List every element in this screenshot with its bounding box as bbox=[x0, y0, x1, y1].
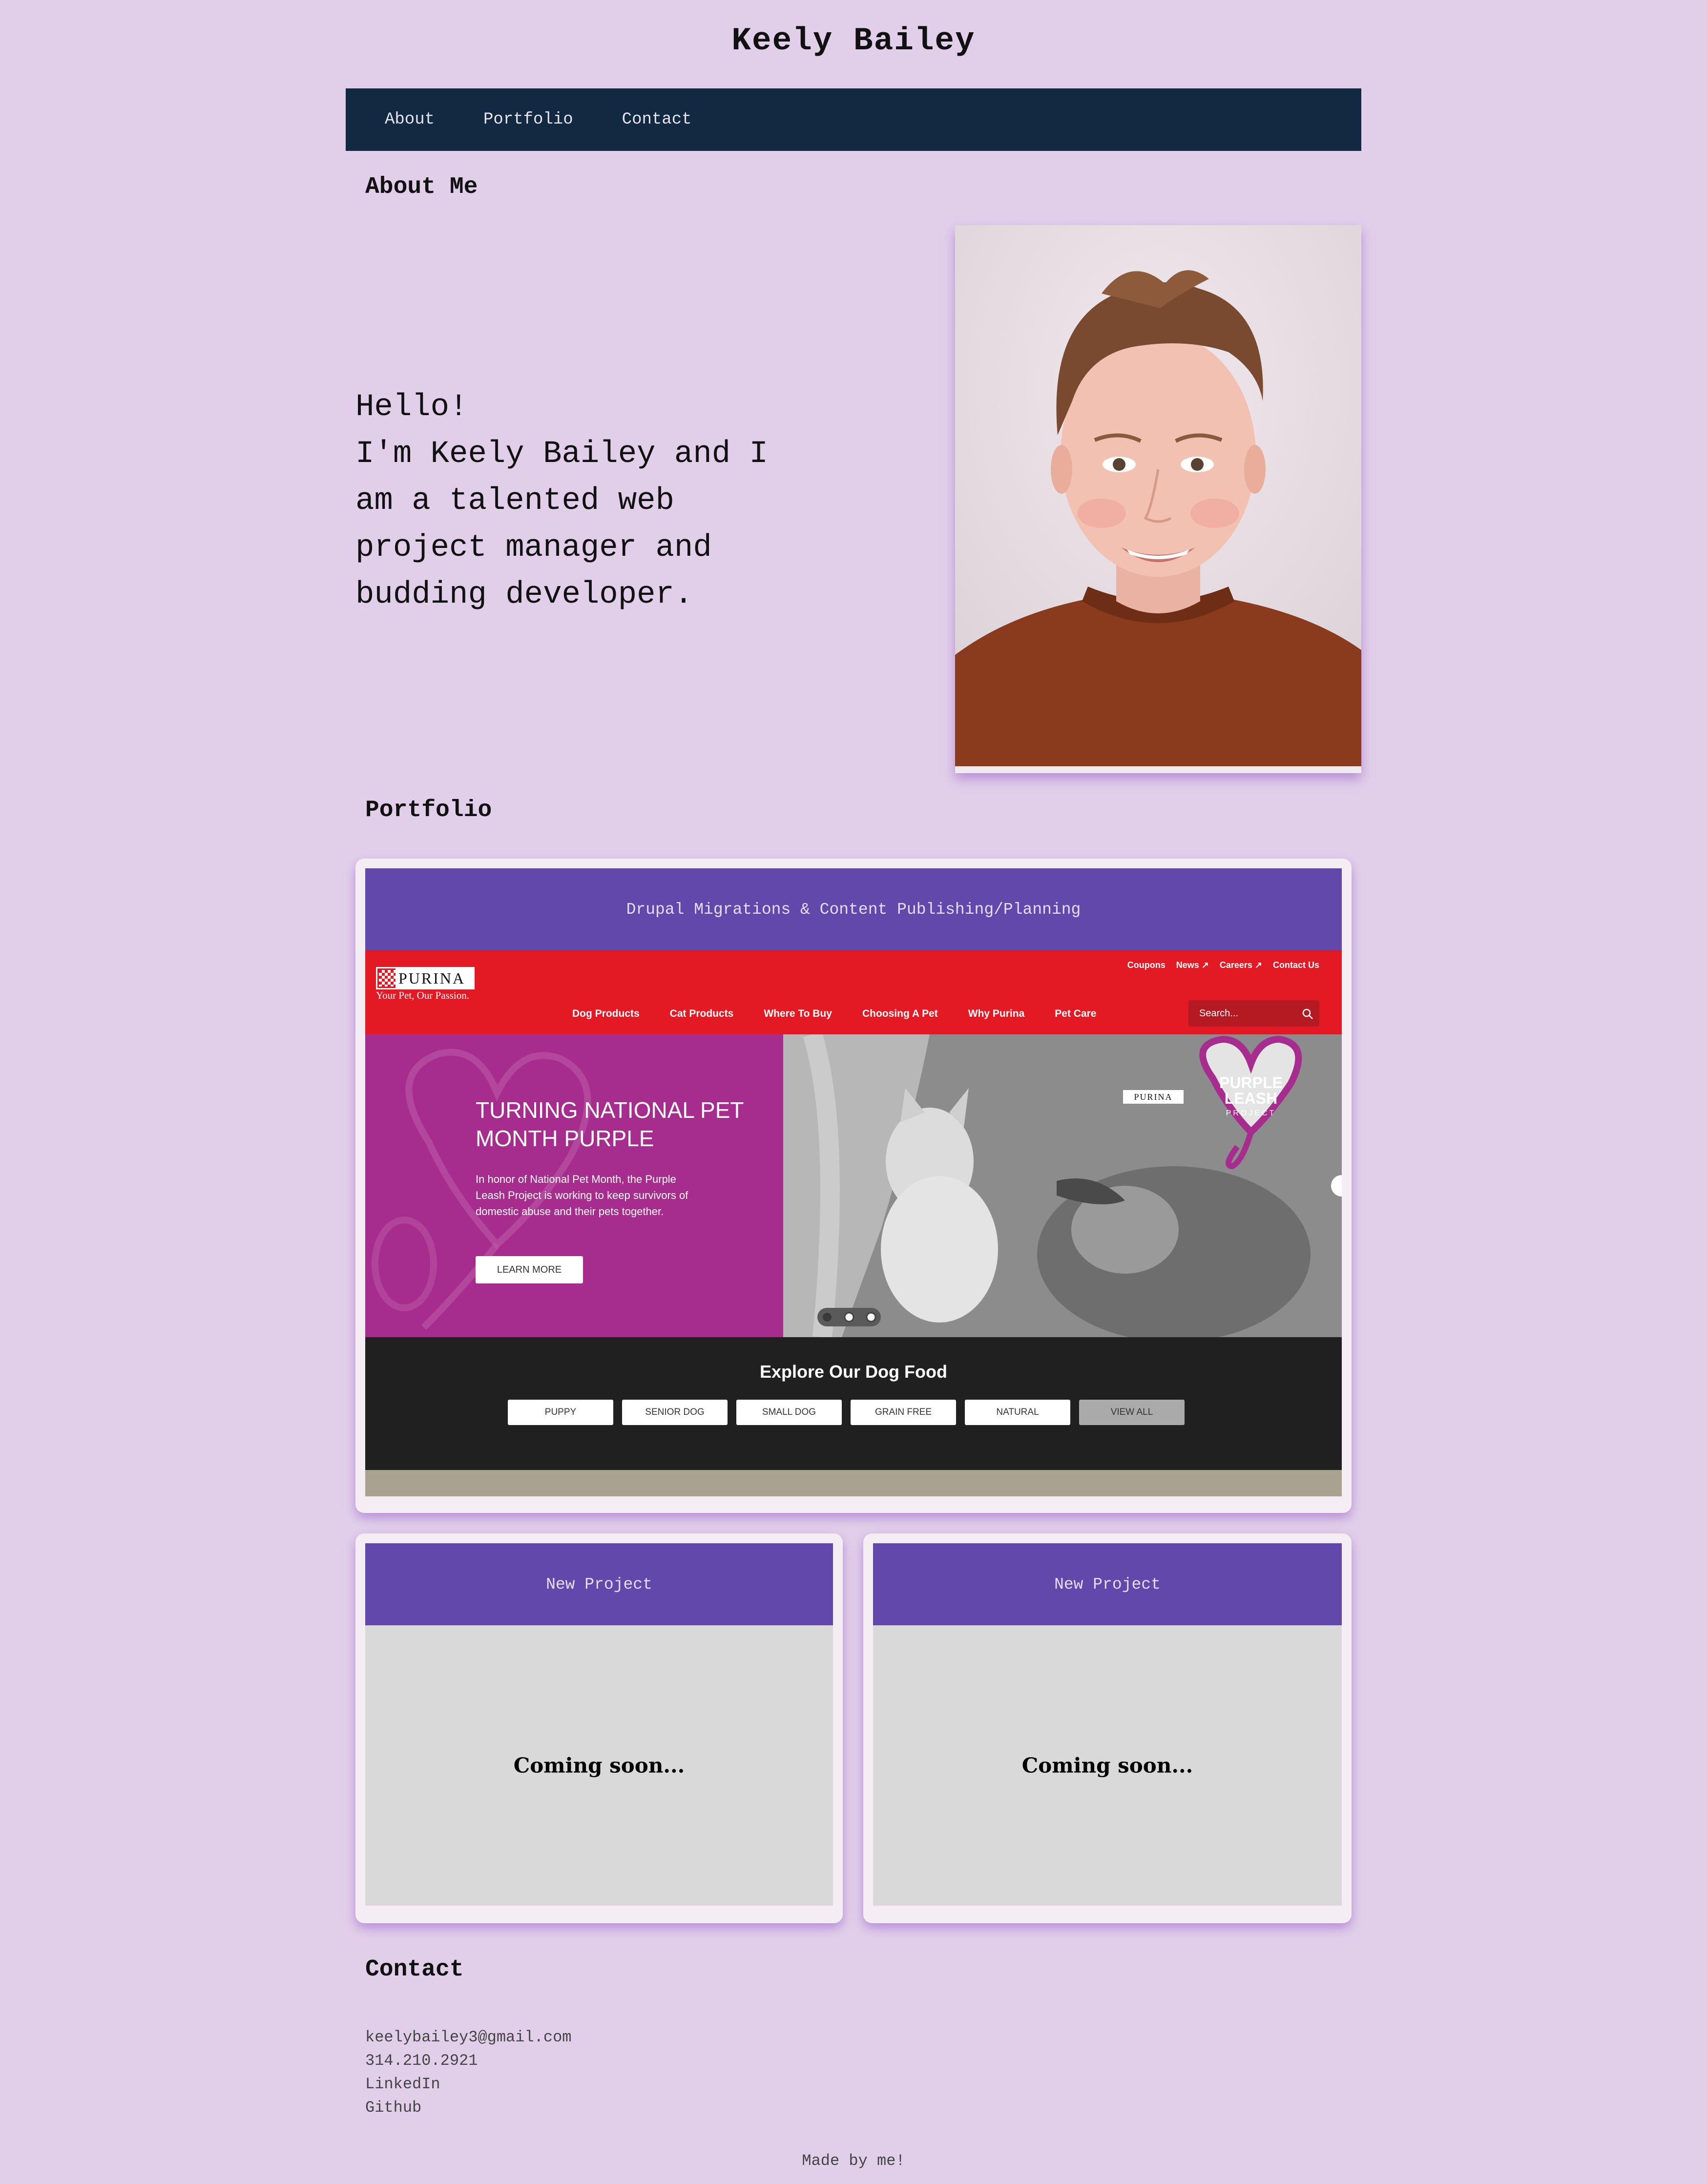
purina-tagline: Your Pet, Our Passion. bbox=[376, 989, 469, 1001]
project-placeholder: Coming soon... bbox=[873, 1625, 1342, 1906]
coming-soon-text: Coming soon... bbox=[513, 1753, 685, 1778]
profile-photo bbox=[955, 225, 1361, 773]
badge-line2: LEASH bbox=[1225, 1090, 1277, 1107]
purina-brand: PURINA bbox=[396, 968, 473, 988]
purina-hero-panel: TURNING NATIONAL PET MONTH PURPLE In hon… bbox=[365, 1034, 783, 1337]
purina-hero-photo: PURPLE LEASH PROJECT PURINA bbox=[783, 1034, 1342, 1337]
purina-dog-food-section: Explore Our Dog Food PUPPY SENIOR DOG SM… bbox=[365, 1337, 1342, 1470]
dog-food-chip: SENIOR DOG bbox=[622, 1400, 728, 1425]
dog-food-chip: GRAIN FREE bbox=[851, 1400, 956, 1425]
intro-line: I'm Keely Bailey and I bbox=[355, 437, 768, 472]
menu-item: Where To Buy bbox=[764, 1008, 832, 1019]
dog-food-chips: PUPPY SENIOR DOG SMALL DOG GRAIN FREE NA… bbox=[508, 1400, 1185, 1425]
purina-footer-strip bbox=[365, 1470, 1342, 1496]
contact-heading: Contact bbox=[365, 1956, 464, 1983]
purina-search: Search... bbox=[1188, 1000, 1319, 1027]
portfolio-card-project-1[interactable]: New Project Coming soon... bbox=[355, 1533, 843, 1923]
purina-hero-heading: TURNING NATIONAL PET MONTH PURPLE bbox=[476, 1097, 744, 1151]
dog-food-chip: SMALL DOG bbox=[736, 1400, 842, 1425]
contact-list: keelybailey3@gmail.com 314.210.2921 Link… bbox=[365, 2026, 571, 2120]
portfolio-card-title: New Project bbox=[873, 1543, 1342, 1625]
badge-line1: PURPLE bbox=[1219, 1074, 1283, 1092]
nav-link-contact[interactable]: Contact bbox=[622, 110, 692, 129]
portfolio-card-project-2[interactable]: New Project Coming soon... bbox=[863, 1533, 1352, 1923]
coming-soon-text: Coming soon... bbox=[1021, 1753, 1193, 1778]
utility-link: Careers ↗ bbox=[1219, 960, 1262, 970]
purina-learn-more: LEARN MORE bbox=[476, 1256, 583, 1283]
intro-line: Hello! bbox=[355, 390, 468, 425]
menu-item: Pet Care bbox=[1055, 1008, 1097, 1019]
portrait-image bbox=[955, 225, 1361, 766]
site-title: Keely Bailey bbox=[731, 22, 976, 59]
footer-note: Made by me! bbox=[802, 2152, 905, 2170]
about-heading: About Me bbox=[365, 174, 478, 200]
menu-item: Why Purina bbox=[968, 1008, 1025, 1019]
search-icon bbox=[1302, 1008, 1313, 1019]
portfolio-heading: Portfolio bbox=[365, 797, 492, 823]
purina-screenshot: PURINA Your Pet, Our Passion. Coupons Ne… bbox=[365, 950, 1342, 1496]
intro-line: budding developer. bbox=[355, 577, 693, 612]
utility-link: Coupons bbox=[1127, 960, 1166, 970]
purina-menu: Dog Products Cat Products Where To Buy C… bbox=[572, 1008, 1097, 1020]
intro-text: Hello! I'm Keely Bailey and I am a talen… bbox=[355, 384, 834, 618]
purina-utility-links: Coupons News ↗ Careers ↗ Contact Us bbox=[1127, 960, 1319, 970]
badge-brand: PURINA bbox=[1134, 1092, 1172, 1102]
dog-food-chip: NATURAL bbox=[965, 1400, 1070, 1425]
github-link[interactable]: Github bbox=[365, 2096, 571, 2120]
utility-link: Contact Us bbox=[1272, 960, 1319, 970]
nav-link-about[interactable]: About bbox=[385, 110, 435, 129]
nav-link-portfolio[interactable]: Portfolio bbox=[483, 110, 573, 129]
purina-header: PURINA Your Pet, Our Passion. Coupons Ne… bbox=[365, 950, 1342, 1034]
phone-link[interactable]: 314.210.2921 bbox=[365, 2049, 571, 2073]
intro-line: project manager and bbox=[355, 530, 712, 566]
project-placeholder: Coming soon... bbox=[365, 1625, 833, 1906]
linkedin-link[interactable]: LinkedIn bbox=[365, 2073, 571, 2096]
portfolio-card-featured[interactable]: Drupal Migrations & Content Publishing/P… bbox=[355, 859, 1352, 1513]
menu-item: Choosing A Pet bbox=[862, 1008, 938, 1019]
purina-logo: PURINA bbox=[376, 967, 475, 989]
dog-food-heading: Explore Our Dog Food bbox=[760, 1362, 947, 1382]
purina-hero-copy: In honor of National Pet Month, the Purp… bbox=[476, 1173, 688, 1218]
menu-item: Cat Products bbox=[669, 1008, 734, 1019]
email-link[interactable]: keelybailey3@gmail.com bbox=[365, 2026, 571, 2049]
badge-line3: PROJECT bbox=[1226, 1109, 1276, 1117]
checkerboard-icon bbox=[379, 970, 396, 987]
portfolio-card-title: Drupal Migrations & Content Publishing/P… bbox=[365, 868, 1342, 950]
utility-link: News ↗ bbox=[1176, 960, 1209, 970]
dog-food-chip: PUPPY bbox=[508, 1400, 613, 1425]
top-nav: About Portfolio Contact bbox=[346, 88, 1361, 151]
menu-item: Dog Products bbox=[572, 1008, 640, 1019]
portfolio-card-title: New Project bbox=[365, 1543, 833, 1625]
pets-photo: PURPLE LEASH PROJECT PURINA bbox=[783, 1034, 1342, 1337]
dog-food-chip: VIEW ALL bbox=[1079, 1400, 1185, 1425]
intro-line: am a talented web bbox=[355, 483, 674, 519]
